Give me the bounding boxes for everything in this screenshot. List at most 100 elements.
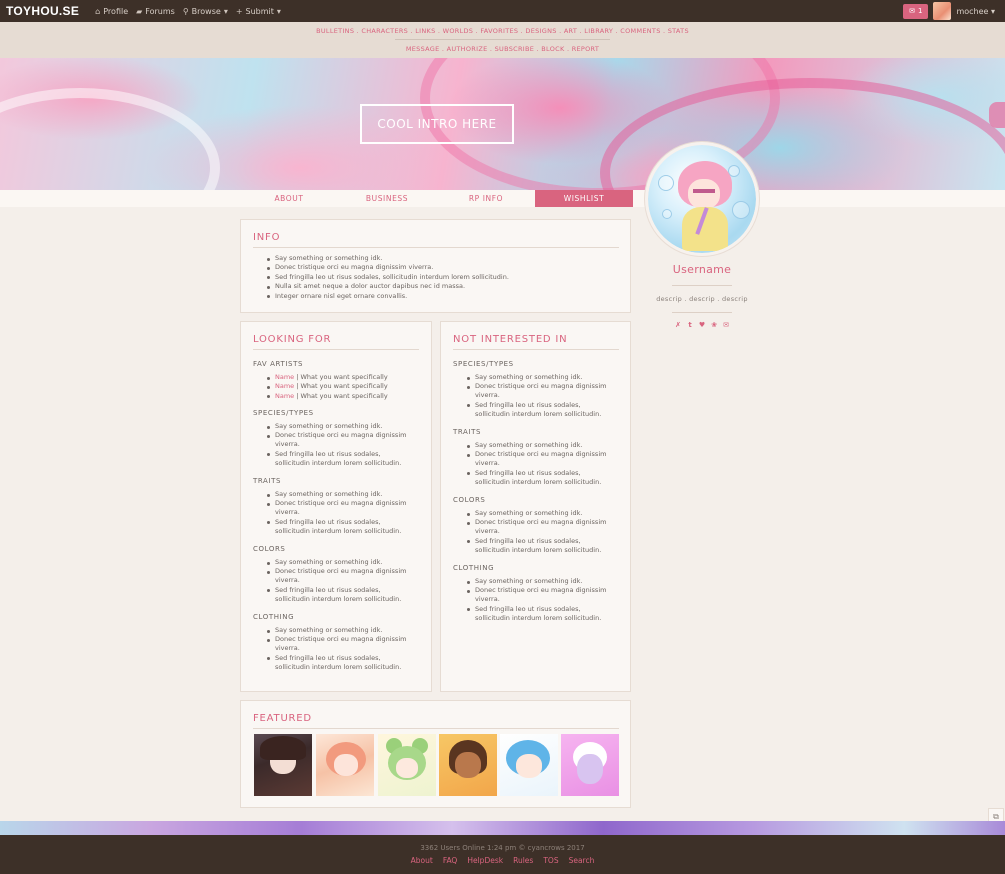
artist-link[interactable]: Name: [275, 382, 294, 390]
list-item: Say something or something idk.: [465, 509, 606, 518]
list-item: Sed fringilla leo ut risus sodales, soll…: [265, 273, 509, 282]
subnav-separator: .: [439, 45, 447, 53]
featured-thumbnail[interactable]: [378, 734, 436, 796]
footer-link-rules[interactable]: Rules: [513, 856, 533, 865]
list-item: sollicitudin interdum lorem sollicitudin…: [275, 458, 402, 467]
list-item: Say something or something idk.: [265, 422, 406, 431]
footer-link-search[interactable]: Search: [569, 856, 595, 865]
info-card: INFO Say something or something idk. Don…: [240, 219, 631, 313]
section-list: Say something or something idk. Donec tri…: [465, 509, 606, 555]
list-item: viverra.: [475, 459, 500, 468]
subnav-link-links[interactable]: LINKS: [415, 27, 435, 35]
tumblr-icon[interactable]: t: [686, 320, 695, 329]
featured-thumbnail[interactable]: [561, 734, 619, 796]
subnav-separator: .: [556, 27, 564, 35]
section-heading: COLORS: [253, 545, 286, 553]
list-item: Nulla sit amet neque a dolor auctor dapi…: [265, 282, 509, 291]
subnav-link-favorites[interactable]: FAVORITES: [480, 27, 518, 35]
list-item: viverra.: [275, 576, 300, 585]
list-item: sollicitudin interdum lorem sollicitudin…: [475, 613, 602, 622]
user-avatar[interactable]: [933, 2, 952, 20]
subnav-link-art[interactable]: ART: [564, 27, 577, 35]
twitter-icon[interactable]: ♥: [698, 320, 707, 329]
list-item: viverra.: [475, 391, 500, 400]
subnav-action-report[interactable]: REPORT: [572, 45, 599, 53]
fav-artists-list: Name | What you want specifically Name |…: [265, 373, 388, 401]
subnav-link-library[interactable]: LIBRARY: [584, 27, 613, 35]
footer-link-helpdesk[interactable]: HelpDesk: [467, 856, 503, 865]
info-title: INFO: [253, 232, 281, 243]
list-item: Say something or something idk.: [465, 441, 606, 450]
tab-business[interactable]: BUSINESS: [338, 190, 436, 207]
subnav-action-authorize[interactable]: AUTHORIZE: [447, 45, 488, 53]
subnav-link-bulletins[interactable]: BULLETINS: [316, 27, 354, 35]
featured-thumbnail[interactable]: [316, 734, 374, 796]
profile-avatar[interactable]: [645, 142, 759, 256]
featured-thumbnail[interactable]: [254, 734, 312, 796]
banner-swirl: [0, 88, 220, 190]
subnav-link-stats[interactable]: STATS: [668, 27, 689, 35]
banner-accent: [989, 102, 1005, 128]
profile-username: Username: [672, 263, 732, 276]
featured-thumbnail[interactable]: [439, 734, 497, 796]
list-item: sollicitudin interdum lorem sollicitudin…: [475, 409, 602, 418]
paw-icon[interactable]: ❀: [710, 320, 719, 329]
list-item: Say something or something idk.: [465, 373, 606, 382]
section-list: Say something or something idk. Donec tri…: [265, 422, 406, 468]
chevron-down-icon: ▾: [990, 6, 995, 16]
nav-forums[interactable]: ▰ Forums: [136, 7, 175, 16]
artist-link[interactable]: Name: [275, 392, 294, 400]
list-item: viverra.: [475, 527, 500, 536]
footer-link-about[interactable]: About: [411, 856, 433, 865]
footer-link-faq[interactable]: FAQ: [443, 856, 458, 865]
subnav-action-subscribe[interactable]: SUBSCRIBE: [495, 45, 535, 53]
list-item: Name | What you want specifically: [265, 373, 388, 382]
search-icon: ⚲: [182, 6, 189, 16]
tab-rp-info[interactable]: RP INFO: [437, 190, 535, 207]
section-list: Say something or something idk. Donec tri…: [265, 626, 406, 672]
messages-button[interactable]: ✉ 1: [903, 3, 929, 19]
subnav-separator: .: [577, 27, 585, 35]
nav-browse[interactable]: ⚲ Browse ▾: [183, 7, 228, 16]
home-icon: ⌂: [95, 6, 101, 16]
not-interested-card: NOT INTERESTED IN SPECIES/TYPES Say somet…: [440, 321, 631, 692]
subnav-link-characters[interactable]: CHARACTERS: [361, 27, 408, 35]
featured-thumbnail[interactable]: [500, 734, 558, 796]
tab-wishlist[interactable]: WISHLIST: [535, 190, 633, 207]
subnav-action-block[interactable]: BLOCK: [541, 45, 564, 53]
list-item: Say something or something idk.: [265, 254, 509, 263]
comments-icon: ▰: [136, 6, 143, 16]
list-item: sollicitudin interdum lorem sollicitudin…: [275, 662, 402, 671]
email-icon[interactable]: ✉: [722, 320, 731, 329]
subnav-link-comments[interactable]: COMMENTS: [620, 27, 660, 35]
nav-profile[interactable]: ⌂ Profile: [95, 7, 128, 16]
subnav-separator: .: [518, 27, 526, 35]
subnav-separator: .: [408, 27, 416, 35]
list-item: Say something or something idk.: [265, 626, 406, 635]
intro-heading: COOL INTRO HERE: [360, 104, 514, 144]
social-links: ✗ t ♥ ❀ ✉: [645, 320, 759, 329]
footer-link-tos[interactable]: TOS: [543, 856, 558, 865]
nav-submit[interactable]: + Submit ▾: [236, 7, 281, 16]
deviantart-icon[interactable]: ✗: [674, 320, 683, 329]
user-menu[interactable]: mochee ▾: [956, 7, 995, 16]
footer-banner: [0, 821, 1005, 835]
navbar-right: ✉ 1 mochee ▾: [903, 0, 1005, 22]
artist-link[interactable]: Name: [275, 373, 294, 381]
looking-for-card: LOOKING FOR FAV ARTISTS Name | What you …: [240, 321, 432, 692]
section-list: Say something or something idk. Donec tri…: [465, 373, 606, 419]
section-list: Say something or something idk. Donec tri…: [465, 441, 606, 487]
subnav-link-worlds[interactable]: WORLDS: [443, 27, 474, 35]
site-logo[interactable]: TOYHOU.SE: [0, 4, 79, 18]
list-item: sollicitudin interdum lorem sollicitudin…: [475, 477, 602, 486]
section-heading: CLOTHING: [253, 613, 295, 621]
subnav-action-message[interactable]: MESSAGE: [406, 45, 440, 53]
subnav-link-designs[interactable]: DESIGNS: [525, 27, 556, 35]
subnav-row-actions: MESSAGE . AUTHORIZE . SUBSCRIBE . BLOCK …: [0, 45, 1005, 53]
sidebar-divider: [672, 285, 732, 286]
list-item: Name | What you want specifically: [265, 382, 388, 391]
list-item: viverra.: [275, 644, 300, 653]
section-heading: TRAITS: [253, 477, 282, 485]
tab-about[interactable]: ABOUT: [240, 190, 338, 207]
tab-bar: ABOUT BUSINESS RP INFO WISHLIST: [0, 190, 1005, 207]
